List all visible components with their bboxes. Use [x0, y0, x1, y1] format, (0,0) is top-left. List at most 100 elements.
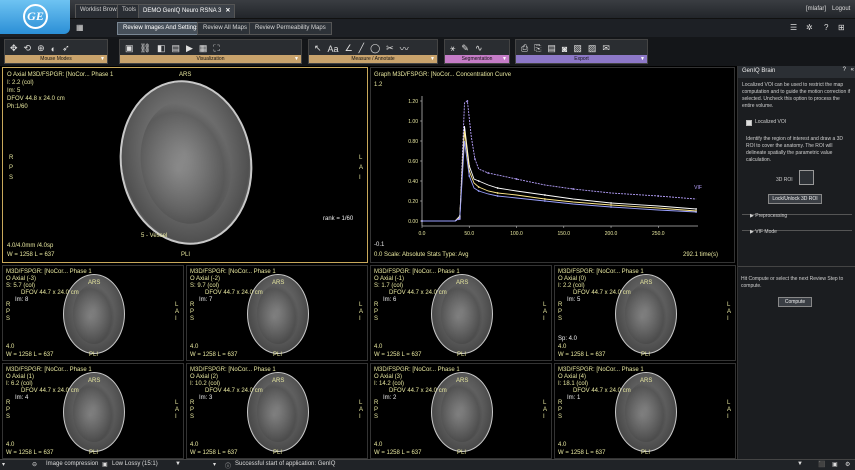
spine-icon[interactable]: ⛶	[213, 43, 219, 54]
thumb-window-level: W = 1258 L = 637	[190, 352, 238, 358]
thumb-a: A	[359, 407, 364, 413]
reset-icon[interactable]: ▣	[125, 43, 134, 54]
help-icon[interactable]: ?	[843, 67, 846, 73]
phase-number: Ph:1/60	[7, 104, 28, 110]
logout-link[interactable]: Logout	[832, 6, 850, 12]
thumb-pli: PLI	[457, 352, 467, 358]
chevron-down-icon[interactable]: ▼	[175, 461, 181, 467]
zoom-out-icon[interactable]: ⊖	[32, 461, 37, 468]
vif-mode-label: VIF Mode	[755, 229, 777, 235]
tab-demo-geniq[interactable]: DEMO GenIQ Neuro RSNA 3 ✕	[138, 4, 236, 18]
thumb-dfov: DFOV 44.7 x 24.0 cm	[573, 388, 631, 394]
roi-3d-icon[interactable]	[799, 170, 814, 185]
angle-icon[interactable]: ∠	[345, 43, 353, 54]
thumb-thickness: 4.0	[374, 442, 383, 448]
help-icon[interactable]: ?	[824, 23, 828, 32]
list-icon[interactable]: ☰	[790, 23, 797, 32]
paint-icon[interactable]: ✎	[461, 43, 469, 54]
series-point-1	[477, 180, 480, 182]
thumb-location: S: 1.7 (col)	[374, 283, 404, 289]
vif-mode-toggle[interactable]: ▶ VIF Mode	[750, 229, 777, 236]
camera-icon[interactable]: ◙	[562, 44, 567, 54]
thumbnail-viewport[interactable]: M3D/FSPGR: [NoCor... Phase 1O Axial (-3)…	[2, 265, 184, 361]
window-level-icon[interactable]: ◐	[51, 44, 56, 54]
graph-viewport[interactable]: Graph M3D/FSPGR: [NoCor... Concentration…	[370, 67, 735, 263]
ellipse-roi-icon[interactable]: ◯	[370, 43, 380, 54]
localized-voi-checkbox[interactable]	[746, 120, 752, 126]
status-message: Successful start of application: GenIQ	[235, 461, 336, 467]
thumb-r: R	[190, 400, 195, 406]
thumb-a: A	[359, 309, 364, 315]
arrow-icon[interactable]: ↖	[314, 43, 322, 54]
close-icon[interactable]: ✕	[225, 8, 230, 14]
annotation-icon[interactable]: ▤	[171, 43, 180, 54]
pan-icon[interactable]: ✥	[10, 43, 18, 54]
report-icon[interactable]: ⎙	[521, 43, 528, 54]
thumb-axial: O Axial (2)	[190, 374, 219, 380]
chevron-down-icon[interactable]: ▼	[797, 461, 803, 467]
grid-icon[interactable]: ▦	[199, 43, 208, 54]
rotate-icon[interactable]: ⟲	[24, 43, 32, 54]
send-icon[interactable]: ✉	[602, 43, 610, 54]
thumbnail-viewport[interactable]: M3D/FSPGR: [NoCor... Phase 1O Axial (4) I…	[554, 363, 736, 459]
text-icon[interactable]: Aa	[328, 44, 339, 54]
film-icon[interactable]: ▨	[588, 43, 597, 54]
thumbnail-viewport[interactable]: M3D/FSPGR: [NoCor... Phase 1O Axial (-2)…	[186, 265, 368, 361]
thumb-window-level: W = 1258 L = 637	[558, 450, 606, 456]
export-series-icon[interactable]: ▧	[573, 43, 582, 54]
smooth-icon[interactable]: ∿	[475, 43, 483, 54]
x-tick-label: 150.0	[558, 231, 571, 237]
zoom-icon[interactable]: ⊕	[37, 43, 45, 54]
freehand-icon[interactable]: 〰	[400, 42, 409, 55]
tab-review-permeability-maps[interactable]: Review Permeability Maps	[249, 22, 332, 35]
select-icon[interactable]: ➶	[62, 43, 70, 54]
invert-icon[interactable]: ◧	[157, 43, 166, 54]
thumbnail-viewport[interactable]: M3D/FSPGR: [NoCor... Phase 1O Axial (3) I…	[370, 363, 552, 459]
chevron-down-icon[interactable]: ▼	[640, 56, 645, 62]
orientation-i: I	[359, 175, 361, 181]
thumb-location: I: 2.2 (col)	[558, 283, 585, 289]
thumb-location: I: 14.2 (col)	[374, 381, 405, 387]
thumbnail-viewport[interactable]: M3D/FSPGR: [NoCor... Phase 1O Axial (1) I…	[2, 363, 184, 459]
settings-icon[interactable]: ⚙	[845, 461, 850, 468]
layout-icon[interactable]: ▦	[76, 23, 84, 32]
gear-icon[interactable]: ✲	[806, 23, 813, 32]
thumb-p: P	[374, 407, 379, 413]
main-viewport[interactable]: O Axial M3D/FSPGR: [NoCor... Phase 1 ARS…	[2, 67, 368, 263]
thumbnail-viewport[interactable]: M3D/FSPGR: [NoCor... Phase 1O Axial (0) I…	[554, 265, 736, 361]
thumb-location: S: 5.7 (col)	[6, 283, 36, 289]
mouse-modes-group: ✥ ⟲ ⊕ ◐ ➶ Mouse Modes ▼	[4, 39, 108, 64]
thumb-dfov: DFOV 44.7 x 24.0 cm	[205, 290, 263, 296]
tab-review-all-maps[interactable]: Review All Maps	[197, 22, 254, 35]
layout-toggle-icon[interactable]: ⊞	[838, 23, 845, 32]
print-icon[interactable]: ⎘	[534, 43, 541, 54]
thumbnail-viewport[interactable]: M3D/FSPGR: [NoCor... Phase 1O Axial (2) I…	[186, 363, 368, 459]
graph-ymax-label: 1.2	[374, 82, 383, 88]
thumbnail-viewport[interactable]: M3D/FSPGR: [NoCor... Phase 1O Axial (-1)…	[370, 265, 552, 361]
lock-unlock-roi-button[interactable]: Lock/Unlock 3D ROI	[768, 194, 822, 204]
menu-icon[interactable]: ▾	[2, 461, 5, 468]
chevron-down-icon[interactable]: ▼	[294, 56, 299, 62]
menu-icon[interactable]: ▾	[213, 461, 216, 468]
compute-button[interactable]: Compute	[778, 297, 812, 307]
save-icon[interactable]: ▤	[547, 43, 556, 54]
x-tick-label: 250.0	[652, 231, 665, 237]
cine-icon[interactable]: ▶	[186, 43, 193, 54]
chevron-down-icon[interactable]: ▼	[430, 56, 435, 62]
chevron-down-icon[interactable]: ▼	[100, 56, 105, 62]
series-point-1	[695, 208, 698, 210]
line-icon[interactable]: ╱	[359, 43, 364, 54]
chevron-down-icon[interactable]: ▼	[502, 56, 507, 62]
thumb-thickness: 4.0	[374, 344, 383, 350]
collapse-icon[interactable]: «	[851, 67, 854, 73]
tab-review-images[interactable]: Review Images And Settings	[117, 22, 206, 35]
segment-icon[interactable]: ⚹	[450, 43, 455, 54]
link-icon[interactable]: ⛓	[140, 43, 151, 54]
series-point-3	[468, 175, 471, 177]
thumb-dfov: DFOV 44.7 x 24.0 cm	[389, 388, 447, 394]
thumb-dfov: DFOV 44.7 x 24.0 cm	[205, 388, 263, 394]
cut-icon[interactable]: ✂	[386, 43, 394, 54]
preprocessing-toggle[interactable]: ▶ Preprocessing	[750, 213, 787, 220]
graph-title: Graph M3D/FSPGR: [NoCor... Concentration…	[374, 72, 512, 78]
compression-select[interactable]: Low Lossy (15:1)	[112, 461, 158, 467]
